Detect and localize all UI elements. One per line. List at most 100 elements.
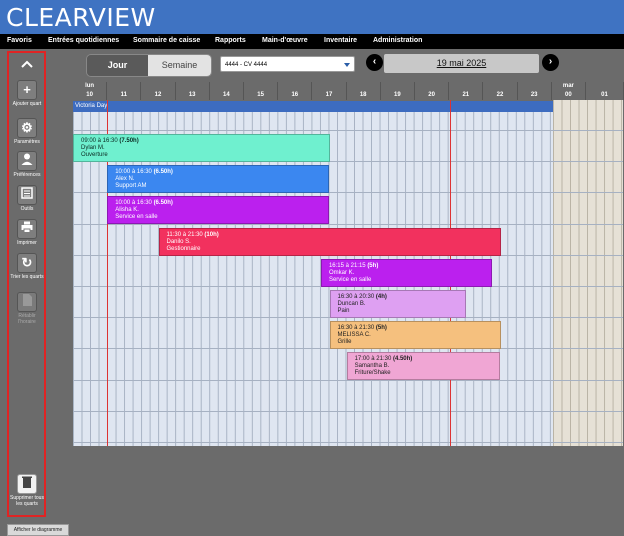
store-select-value: 4444 - CV 4444	[225, 62, 268, 68]
app-logo: CLEARVIEW	[6, 3, 156, 32]
nav-item-administration[interactable]: Administration	[373, 37, 422, 44]
show-diagram-tab[interactable]: Afficher le diagramme	[7, 524, 69, 536]
delete-all-shifts-label: Supprimer tous les quarts	[10, 495, 44, 507]
shift-role: Ouverture	[81, 152, 108, 158]
shift-employee: Alex N.	[115, 176, 135, 183]
shift-block[interactable]: 16:15 à 21:15 (5h) Omkar K. Service en sal…	[320, 258, 492, 287]
add-shift-button[interactable]: + Ajouter quart	[10, 80, 44, 107]
collapse-sidebar-button[interactable]	[10, 56, 44, 76]
shift-block[interactable]: 10:00 à 16:30 (6.50h) Alex N. Support AM	[107, 165, 330, 194]
shift-employee: MELISSA C.	[337, 332, 371, 339]
current-date[interactable]: 19 mai 2025	[384, 54, 539, 73]
hour-column: 18	[346, 82, 381, 100]
shift-block[interactable]: 10:00 à 16:30 (6.50h) Alisha K. Service en…	[107, 196, 330, 225]
shift-block[interactable]: 17:00 à 21:30 (4.50h) Samantha B. Friture/…	[346, 352, 501, 381]
main-nav: Favoris Entrées quotidiennes Sommaire de…	[0, 34, 624, 49]
chevron-left-icon: ‹	[372, 56, 377, 67]
restore-schedule-button[interactable]: Rétablir l'horaire	[10, 292, 44, 325]
add-shift-label: Ajouter quart	[12, 101, 42, 107]
delete-all-shifts-button[interactable]: Supprimer tous les quarts	[10, 474, 44, 507]
hour-label: 10	[86, 92, 93, 98]
shift-employee: Dylan M.	[81, 145, 105, 151]
store-select[interactable]: 4444 - CV 4444	[220, 56, 355, 72]
settings-label: Paramètres	[14, 139, 40, 145]
shift-time-range: 16:30 à 21:30	[337, 325, 376, 332]
hour-label: 14	[223, 92, 230, 98]
shift-role: Pain	[337, 308, 350, 314]
hour-label: 11	[120, 92, 127, 98]
tab-week[interactable]: Semaine	[148, 55, 211, 76]
tab-day[interactable]: Jour	[87, 55, 148, 76]
next-day-button[interactable]: ›	[542, 54, 559, 71]
shift-time: 16:30 à 20:30 (4h)	[338, 294, 466, 301]
day-label: lun	[85, 83, 95, 89]
hour-column: 20	[415, 82, 450, 100]
shift-block[interactable]: 11:30 à 21:30 (10h) Danilo S. Gestionnaire	[158, 227, 501, 256]
hour-label: 17	[325, 92, 333, 98]
shift-duration: (5h)	[367, 262, 379, 269]
shift-role: Grille	[337, 339, 352, 346]
preferences-label: Préférences	[13, 172, 41, 178]
hour-label: 15	[257, 92, 264, 98]
nav-item-main-doeuvre[interactable]: Main-d'œuvre	[262, 37, 308, 44]
previous-day-button[interactable]: ‹	[366, 54, 383, 71]
shift-employee: Danilo S.	[166, 238, 191, 245]
next-day-hour-column: 01	[586, 82, 624, 100]
shift-time-range: 10:00 à 16:30	[115, 200, 154, 207]
nav-item-inventaire[interactable]: Inventaire	[324, 37, 357, 44]
chevron-up-icon	[17, 56, 37, 76]
sort-shifts-button[interactable]: ↻ Trier les quarts	[10, 253, 44, 280]
hour-column: 11	[107, 82, 142, 100]
settings-button[interactable]: ⚙ Paramètres	[10, 118, 44, 145]
hour-column: 14	[209, 82, 244, 100]
shift-duration: (5h)	[375, 325, 387, 332]
day-label: mar	[562, 83, 574, 89]
hour-column: 21	[449, 82, 484, 100]
shift-duration: (4h)	[375, 294, 387, 300]
chevron-right-icon: ›	[548, 56, 553, 67]
preferences-button[interactable]: Préférences	[10, 151, 44, 178]
nav-item-rapports[interactable]: Rapports	[215, 37, 246, 44]
nav-item-sommaire[interactable]: Sommaire de caisse	[133, 37, 200, 44]
shift-time: 17:00 à 21:30 (4.50h)	[355, 356, 500, 363]
shift-employee: Samantha B.	[354, 363, 390, 370]
print-label: Imprimer	[17, 240, 37, 246]
hour-column: 16	[278, 82, 313, 100]
shift-employee: Omkar K.	[328, 269, 355, 276]
shift-role: Gestionnaire	[166, 245, 201, 252]
shift-time-range: 16:30 à 20:30	[337, 294, 376, 300]
shift-time-range: 17:00 à 21:30	[354, 356, 393, 363]
hour-label: 21	[462, 92, 470, 98]
nav-item-entrees[interactable]: Entrées quotidiennes	[48, 37, 119, 44]
shift-duration: (6.50h)	[153, 200, 173, 207]
hour-column: 17	[312, 82, 347, 100]
shift-time: 10:00 à 16:30 (6.50h)	[115, 169, 328, 176]
shift-role: Service en salle	[115, 214, 158, 221]
shift-time: 16:15 à 21:15 (5h)	[329, 263, 491, 270]
restore-schedule-label: Rétablir l'horaire	[18, 313, 36, 325]
tools-button[interactable]: Outils	[10, 185, 44, 212]
shift-time: 16:30 à 21:30 (5h)	[338, 325, 500, 332]
shift-role: Support AM	[115, 183, 147, 190]
row-divider	[73, 410, 623, 412]
shift-block[interactable]: 16:30 à 20:30 (4h) Duncan B. Pain	[329, 290, 467, 318]
shift-role: Friture/Shake	[354, 370, 391, 377]
hour-column: lun 10	[73, 82, 108, 100]
print-button[interactable]: Imprimer	[10, 219, 44, 246]
shift-time: 10:00 à 16:30 (6.50h)	[115, 200, 328, 207]
hour-column: 12	[141, 82, 176, 100]
hour-label: 22	[496, 92, 504, 98]
nav-item-favoris[interactable]: Favoris	[7, 37, 32, 44]
hour-column: 13	[175, 82, 210, 100]
row-divider	[73, 442, 623, 443]
shift-duration: (4.50h)	[392, 356, 413, 363]
shift-duration: (6.50h)	[153, 169, 173, 176]
shift-employee: Alisha K.	[115, 207, 139, 214]
shift-block[interactable]: 09:00 à 16:30 (7.50h) Dylan M. Ouverture	[73, 134, 330, 162]
next-day-hour-column: mar 00	[551, 82, 586, 100]
shift-time-range: 16:15 à 21:15	[328, 262, 368, 269]
printer-icon	[17, 219, 37, 239]
refresh-icon: ↻	[17, 253, 37, 273]
shift-block[interactable]: 16:30 à 21:30 (5h) MELISSA C. Grille	[329, 321, 501, 350]
book-icon	[17, 185, 37, 205]
